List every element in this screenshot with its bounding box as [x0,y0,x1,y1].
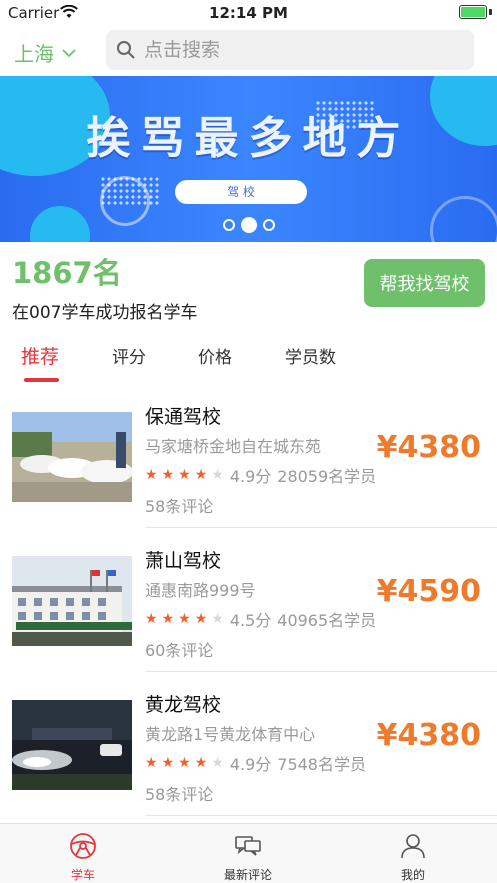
banner-decoration [100,176,160,206]
school-address: 马家塘桥金地自在城东苑 [145,437,322,456]
star-empty-icon: ★ [211,611,224,627]
school-item[interactable]: 萧山驾校 通惠南路999号 ★ ★ ★ ★ ★ 4.5分 40965名学员 60… [0,528,497,672]
star-icon: ★ [194,467,208,483]
review-count: 58条评论 [145,497,214,516]
banner-title: 挨骂最多地方 [86,113,411,164]
school-name: 黄龙驾校 [145,694,222,716]
review-count: 60条评论 [145,641,214,660]
rating-stars: ★ ★ ★ ★ ★ [145,467,224,483]
tab-active-indicator [24,378,59,382]
bottom-tab-bar: 学车 最新评论 我的 [0,823,497,883]
steering-wheel-icon [70,833,96,859]
battery-cap [489,9,492,15]
banner-pill: 驾 校 [175,180,307,204]
star-icon: ★ [161,611,175,627]
star-icon: ★ [145,467,158,483]
school-name: 萧山驾校 [145,550,222,572]
star-icon: ★ [161,755,175,771]
status-time: 12:14 PM [209,4,288,22]
divider [145,815,497,816]
school-address: 通惠南路999号 [145,581,256,600]
tabbar-item-profile[interactable]: 我的 [353,832,473,883]
rating-score: 4.5分 [229,611,272,630]
enrolled-subtitle: 在007学车成功报名学车 [12,303,198,323]
tabbar-item-learn[interactable]: 学车 [23,832,143,883]
star-icon: ★ [145,611,158,627]
star-empty-icon: ★ [211,755,224,771]
tabbar-label: 最新评论 [223,868,272,882]
star-icon: ★ [178,755,191,771]
star-icon: ★ [145,755,158,771]
school-photo [12,700,132,790]
pager-dot[interactable] [222,219,235,231]
tabbar-item-reviews[interactable]: 最新评论 [188,832,308,883]
tab-rating[interactable]: 评分 [112,343,146,368]
battery-icon [459,5,487,19]
student-count: 40965名学员 [277,611,377,630]
student-count: 7548名学员 [277,755,366,774]
chevron-down-icon [62,48,76,57]
tabbar-label: 学车 [70,868,95,882]
school-rating: ★ ★ ★ ★ ★ 4.9分 7548名学员 [145,751,366,775]
tab-students[interactable]: 学员数 [285,343,336,368]
rating-score: 4.9分 [229,755,272,774]
sort-tabs: 推荐 评分 价格 学员数 [0,340,497,386]
tabbar-label: 我的 [400,868,425,882]
star-icon: ★ [178,611,191,627]
star-icon: ★ [178,467,191,483]
header: 上海 [0,26,497,76]
rating-score: 4.9分 [229,467,272,486]
search-icon [117,41,135,59]
chat-bubbles-icon [235,836,261,856]
search-bar[interactable] [106,30,474,70]
enrolled-count: 1867名 [12,256,122,290]
school-address: 黄龙路1号黄龙体育中心 [145,725,316,744]
tab-price[interactable]: 价格 [198,343,232,368]
school-item[interactable]: 黄龙驾校 黄龙路1号黄龙体育中心 ★ ★ ★ ★ ★ 4.9分 7548名学员 … [0,672,497,816]
school-photo [12,412,132,502]
promo-banner[interactable]: 挨骂最多地方 驾 校 [0,76,497,242]
star-icon: ★ [194,755,208,771]
school-rating: ★ ★ ★ ★ ★ 4.5分 40965名学员 [145,607,376,631]
school-rating: ★ ★ ★ ★ ★ 4.9分 28059名学员 [145,463,376,487]
star-icon: ★ [194,611,208,627]
school-photo [12,556,132,646]
student-count: 28059名学员 [277,467,377,486]
search-input[interactable] [144,39,444,61]
tab-recommended[interactable]: 推荐 [21,342,59,369]
star-icon: ★ [161,467,175,483]
banner-pager [0,217,497,233]
city-label: 上海 [14,42,54,66]
school-item[interactable]: 保通驾校 马家塘桥金地自在城东苑 ★ ★ ★ ★ ★ 4.9分 28059名学员… [0,384,497,528]
review-count: 58条评论 [145,785,214,804]
school-price: ¥4590 [376,574,481,609]
school-name: 保通驾校 [145,406,222,428]
star-empty-icon: ★ [211,467,224,483]
find-school-button[interactable]: 帮我找驾校 [364,259,485,307]
pager-dot[interactable] [262,219,275,231]
person-icon [401,834,425,859]
city-selector[interactable]: 上海 [14,38,76,67]
pager-dot-active[interactable] [240,217,257,233]
rating-stars: ★ ★ ★ ★ ★ [145,611,224,627]
rating-stars: ★ ★ ★ ★ ★ [145,755,224,771]
school-price: ¥4380 [376,430,481,465]
school-price: ¥4380 [376,718,481,753]
status-bar: Carrier 12:14 PM [0,0,497,26]
